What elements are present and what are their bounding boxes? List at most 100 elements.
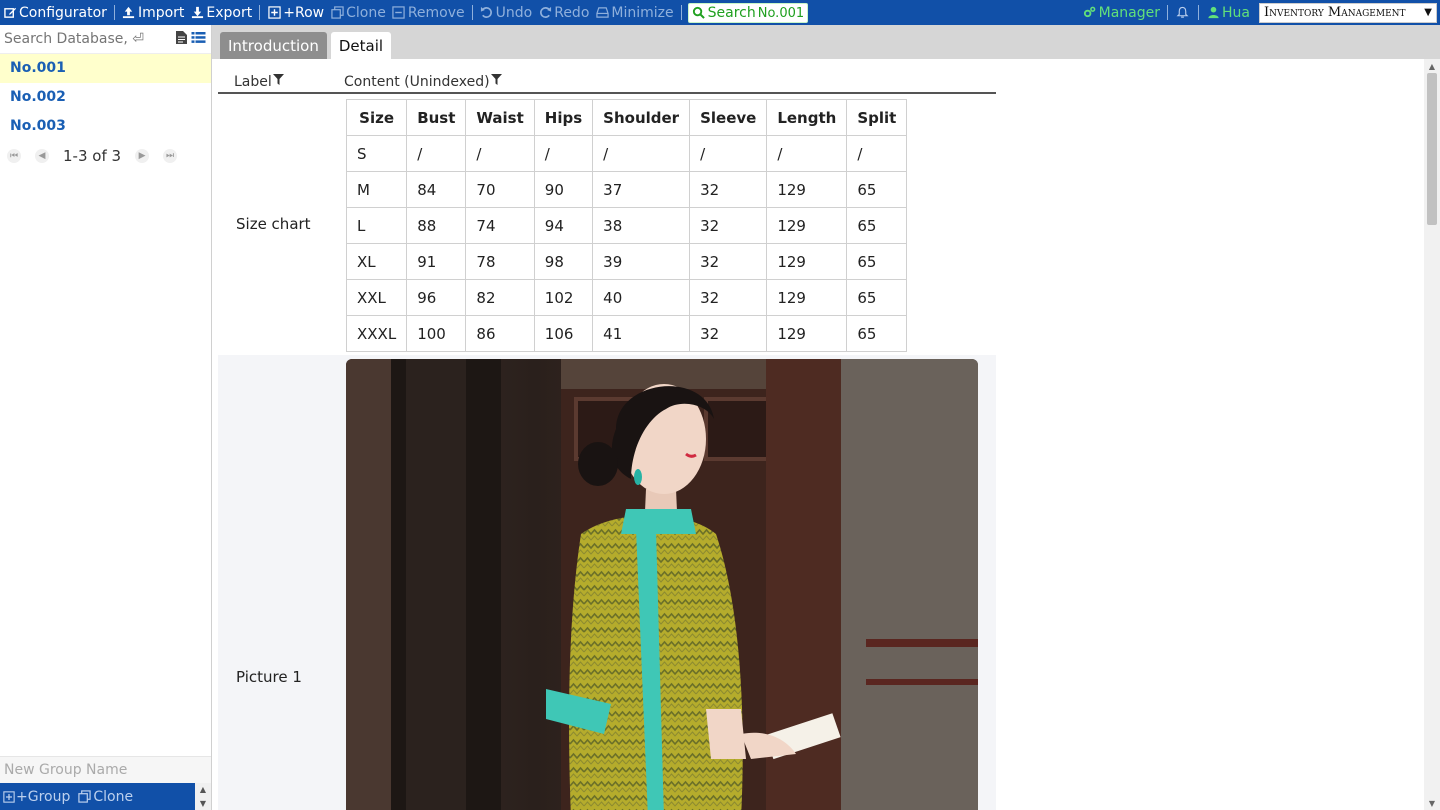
clone-button[interactable]: Clone <box>327 0 389 25</box>
next-page-icon[interactable]: ▶ <box>135 149 150 163</box>
add-row-button[interactable]: +Row <box>264 0 327 25</box>
last-page-icon[interactable]: ⏭ <box>163 149 178 163</box>
tab-detail[interactable]: Detail <box>330 32 392 59</box>
redo-button[interactable]: Redo <box>535 0 592 25</box>
shoulder-header: Shoulder <box>592 99 691 136</box>
manager-button[interactable]: Manager <box>1080 0 1163 25</box>
table-cell: 96 <box>406 279 467 316</box>
table-cell: / <box>592 135 691 172</box>
main-panel: Introduction Detail Label Content (Unind… <box>212 25 1440 810</box>
search-label: Search <box>707 4 756 21</box>
pager: ⏮ ◀ 1-3 of 3 ▶ ⏭ <box>0 141 211 171</box>
table-cell: 129 <box>766 171 848 208</box>
table-cell: 37 <box>592 171 691 208</box>
table-cell: 84 <box>406 171 467 208</box>
record-item-002[interactable]: No.002 <box>0 83 211 112</box>
document-icon[interactable] <box>174 30 189 49</box>
table-cell: 65 <box>846 315 908 352</box>
toolbar-divider <box>259 5 261 20</box>
list-icon[interactable] <box>191 30 206 49</box>
table-cell: 32 <box>689 315 768 352</box>
search-database-input[interactable] <box>4 31 154 47</box>
table-cell: / <box>689 135 768 172</box>
top-toolbar: Configurator Import Export +Row Clone Re… <box>0 0 1440 25</box>
table-row: XXL 96 82 102 40 32 129 65 <box>345 279 908 316</box>
remove-button[interactable]: Remove <box>389 0 468 25</box>
scrollbar-thumb[interactable] <box>1427 73 1437 225</box>
scroll-down-icon[interactable]: ▼ <box>1424 796 1440 810</box>
app-select-value: Inventory Management <box>1264 5 1406 20</box>
app-select[interactable]: Inventory Management ▼ <box>1259 2 1437 23</box>
size-chart-row: Size chart Size Bust Waist Hips Shoulder… <box>218 96 996 353</box>
split-header: Split <box>846 99 908 136</box>
search-button[interactable]: Search No.001 <box>687 2 809 23</box>
filter-icon[interactable] <box>490 74 502 85</box>
user-menu[interactable]: Hua <box>1203 0 1253 25</box>
group-scroll[interactable]: ▲ ▼ <box>195 783 211 810</box>
group-bar: +Group Clone ▲ ▼ <box>0 783 211 810</box>
tab-introduction[interactable]: Introduction <box>220 32 327 59</box>
scroll-up-icon[interactable]: ▲ <box>1424 59 1440 73</box>
table-cell: / <box>766 135 848 172</box>
import-button[interactable]: Import <box>119 0 187 25</box>
table-cell: / <box>465 135 535 172</box>
table-cell: 98 <box>533 243 594 280</box>
manager-label: Manager <box>1098 4 1161 21</box>
table-cell: 91 <box>406 243 467 280</box>
minimize-label: Minimize <box>611 4 674 21</box>
table-cell: 74 <box>465 207 535 244</box>
record-item-001[interactable]: No.001 <box>0 54 211 83</box>
notifications-button[interactable] <box>1172 0 1194 25</box>
table-cell: 65 <box>846 243 908 280</box>
record-item-003[interactable]: No.003 <box>0 112 211 141</box>
toolbar-divider <box>680 5 682 20</box>
clone-group-button[interactable]: Clone <box>78 789 133 805</box>
dropdown-arrow-icon: ▼ <box>1424 7 1432 18</box>
picture-label: Picture 1 <box>236 668 302 686</box>
redo-label: Redo <box>554 4 590 21</box>
undo-label: Undo <box>495 4 533 21</box>
undo-icon <box>480 6 494 20</box>
prev-page-icon[interactable]: ◀ <box>35 149 49 163</box>
export-button[interactable]: Export <box>187 0 255 25</box>
table-cell: 32 <box>689 207 768 244</box>
first-page-icon[interactable]: ⏮ <box>7 149 21 163</box>
content-column-header[interactable]: Content (Unindexed) <box>344 74 502 90</box>
label-column-header[interactable]: Label <box>234 74 284 90</box>
filter-icon[interactable] <box>272 74 284 85</box>
new-group-name-input[interactable]: New Group Name <box>0 756 211 783</box>
table-cell: 106 <box>533 315 594 352</box>
undo-button[interactable]: Undo <box>477 0 536 25</box>
table-cell: 82 <box>465 279 535 316</box>
table-cell: 32 <box>689 243 768 280</box>
table-cell: XXL <box>345 279 408 316</box>
add-group-button[interactable]: +Group <box>3 789 70 805</box>
configurator-label: Configurator <box>19 4 107 21</box>
vertical-scrollbar[interactable]: ▲ ▼ <box>1424 59 1440 810</box>
table-cell: XL <box>345 243 408 280</box>
toolbar-divider <box>471 5 473 20</box>
table-cell: S <box>345 135 408 172</box>
picture-row: Picture 1 <box>218 355 996 810</box>
content-column-title: Content (Unindexed) <box>344 74 490 90</box>
toolbar-divider <box>1167 5 1169 20</box>
add-group-label: +Group <box>16 788 71 805</box>
table-cell: L <box>345 207 408 244</box>
scroll-down-icon[interactable]: ▼ <box>200 799 206 808</box>
scroll-up-icon[interactable]: ▲ <box>200 785 206 794</box>
table-cell: 65 <box>846 207 908 244</box>
plus-square-icon <box>267 6 281 20</box>
table-cell: 38 <box>592 207 691 244</box>
add-row-label: +Row <box>283 4 325 21</box>
label-column-title: Label <box>234 74 272 90</box>
minimize-button[interactable]: Minimize <box>592 0 676 25</box>
configurator-button[interactable]: Configurator <box>0 0 110 25</box>
group-actions: +Group Clone <box>0 783 195 810</box>
product-photo <box>346 359 978 810</box>
table-cell: 65 <box>846 171 908 208</box>
table-cell: 129 <box>766 279 848 316</box>
table-cell: / <box>406 135 467 172</box>
table-cell: 94 <box>533 207 594 244</box>
table-cell: XXXL <box>345 315 408 352</box>
sleeve-header: Sleeve <box>689 99 768 136</box>
